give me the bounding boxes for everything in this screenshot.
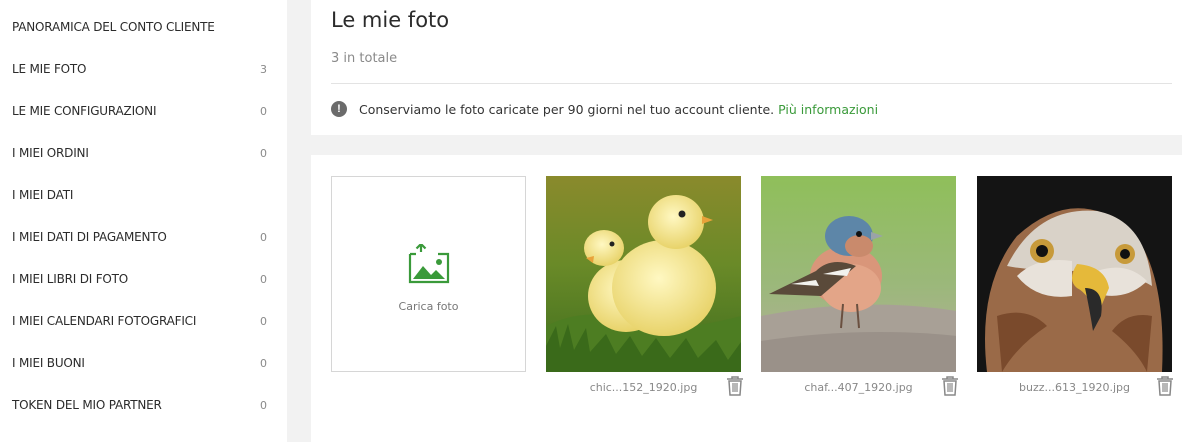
- sidebar-item-label: PANORAMICA DEL CONTO CLIENTE: [12, 20, 215, 34]
- sidebar-item-my-photos[interactable]: LE MIE FOTO 3: [0, 48, 287, 90]
- sidebar-item-label: I MIEI ORDINI: [12, 146, 89, 160]
- sidebar-item-vouchers[interactable]: I MIEI BUONI 0: [0, 342, 287, 384]
- sidebar-item-payment-data[interactable]: I MIEI DATI DI PAGAMENTO 0: [0, 216, 287, 258]
- upload-label: Carica foto: [398, 299, 459, 313]
- chicks-image: [546, 176, 741, 372]
- trash-icon[interactable]: [1156, 376, 1174, 396]
- sidebar-item-count: 0: [260, 272, 267, 286]
- sidebar-item-account-overview[interactable]: PANORAMICA DEL CONTO CLIENTE: [0, 6, 287, 48]
- info-text: Conserviamo le foto caricate per 90 gior…: [359, 101, 775, 117]
- photo-thumbnail-buzzard[interactable]: [977, 176, 1172, 372]
- gallery-panel: Carica foto chic...152_1920.jpg chaf...4…: [311, 155, 1182, 442]
- divider: [331, 83, 1172, 84]
- image-upload-icon: [408, 243, 449, 283]
- sidebar-item-my-data[interactable]: I MIEI DATI: [0, 174, 287, 216]
- sidebar-item-label: I MIEI LIBRI DI FOTO: [12, 272, 129, 286]
- sidebar-item-count: 0: [260, 314, 267, 328]
- info-notice: ! Conserviamo le foto caricate per 90 gi…: [331, 99, 878, 119]
- sidebar-item-photo-calendars[interactable]: I MIEI CALENDARI FOTOGRAFICI 0: [0, 300, 287, 342]
- photo-filename: chaf...407_1920.jpg: [804, 381, 913, 394]
- photo-filename: chic...152_1920.jpg: [589, 381, 698, 394]
- exclamation-circle-icon: !: [331, 101, 347, 117]
- trash-icon[interactable]: [726, 376, 744, 396]
- sidebar-item-my-orders[interactable]: I MIEI ORDINI 0: [0, 132, 287, 174]
- sidebar-item-label: I MIEI DATI DI PAGAMENTO: [12, 230, 167, 244]
- page-title: Le mie foto: [331, 8, 450, 32]
- sidebar-item-partner-token[interactable]: TOKEN DEL MIO PARTNER 0: [0, 384, 287, 426]
- sidebar: PANORAMICA DEL CONTO CLIENTE LE MIE FOTO…: [0, 0, 287, 442]
- chaffinch-image: [761, 176, 956, 372]
- sidebar-item-label: I MIEI CALENDARI FOTOGRAFICI: [12, 314, 197, 328]
- sidebar-item-label: I MIEI BUONI: [12, 356, 85, 370]
- trash-icon[interactable]: [941, 376, 959, 396]
- sidebar-item-count: 0: [260, 230, 267, 244]
- sidebar-item-my-configurations[interactable]: LE MIE CONFIGURAZIONI 0: [0, 90, 287, 132]
- header-panel: Le mie foto 3 in totale ! Conserviamo le…: [311, 0, 1182, 135]
- sidebar-item-count: 0: [260, 104, 267, 118]
- sidebar-item-label: I MIEI DATI: [12, 188, 74, 202]
- buzzard-image: [977, 176, 1172, 372]
- sidebar-item-count: 0: [260, 356, 267, 370]
- photo-thumbnail-chaffinch[interactable]: [761, 176, 956, 372]
- sidebar-item-count: 0: [260, 146, 267, 160]
- sidebar-item-count: 3: [260, 62, 267, 76]
- sidebar-item-count: 0: [260, 398, 267, 412]
- photo-filename: buzz...613_1920.jpg: [1019, 381, 1130, 394]
- sidebar-item-label: LE MIE CONFIGURAZIONI: [12, 104, 157, 118]
- sidebar-item-label: LE MIE FOTO: [12, 62, 87, 76]
- photo-thumbnail-chicks[interactable]: [546, 176, 741, 372]
- more-info-link[interactable]: Più informazioni: [778, 102, 878, 117]
- sidebar-item-photo-books[interactable]: I MIEI LIBRI DI FOTO 0: [0, 258, 287, 300]
- photo-total-count: 3 in totale: [331, 51, 398, 66]
- upload-photo-button[interactable]: Carica foto: [331, 176, 526, 372]
- sidebar-item-label: TOKEN DEL MIO PARTNER: [12, 398, 162, 412]
